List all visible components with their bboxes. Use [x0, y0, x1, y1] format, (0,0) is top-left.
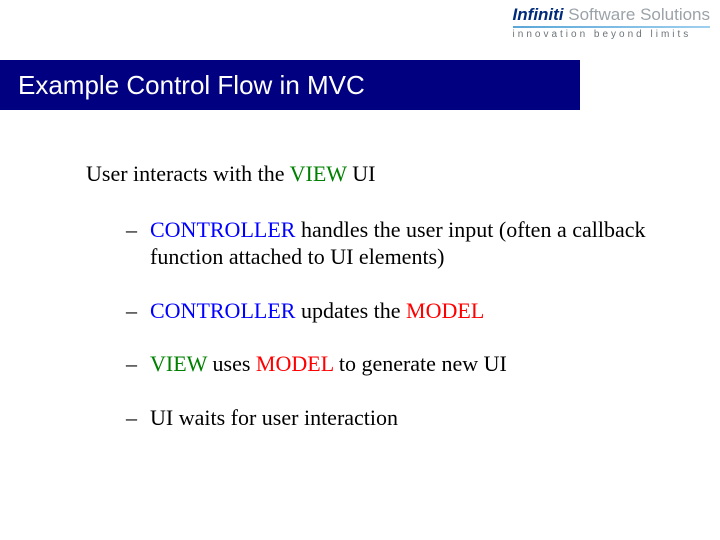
list-item: CONTROLLER updates the MODEL	[126, 297, 660, 325]
logo-rest: Software Solutions	[564, 5, 710, 24]
body-content: User interacts with the VIEW UI CONTROLL…	[86, 160, 660, 457]
bullet-text: UI waits for user interaction	[150, 405, 398, 430]
company-logo: Infiniti Software Solutions innovation b…	[513, 6, 710, 40]
logo-divider	[513, 26, 710, 28]
list-item: CONTROLLER handles the user input (often…	[126, 216, 660, 271]
bullet-text: uses	[207, 351, 256, 376]
list-item: UI waits for user interaction	[126, 404, 660, 432]
page-title: Example Control Flow in MVC	[18, 70, 365, 101]
lead-suffix: UI	[347, 161, 376, 186]
lead-line: User interacts with the VIEW UI	[86, 160, 660, 188]
controller-word: CONTROLLER	[150, 217, 295, 242]
slide: Infiniti Software Solutions innovation b…	[0, 0, 720, 540]
lead-view: VIEW	[290, 161, 347, 186]
logo-brand: Infiniti	[513, 5, 564, 24]
model-word: MODEL	[406, 298, 484, 323]
view-word: VIEW	[150, 351, 207, 376]
controller-word: CONTROLLER	[150, 298, 295, 323]
model-word: MODEL	[256, 351, 333, 376]
logo-title: Infiniti Software Solutions	[513, 6, 710, 23]
bullet-text: updates the	[295, 298, 406, 323]
logo-tagline: innovation beyond limits	[513, 30, 710, 40]
bullet-list: CONTROLLER handles the user input (often…	[126, 216, 660, 432]
bullet-text: to generate new UI	[333, 351, 506, 376]
list-item: VIEW uses MODEL to generate new UI	[126, 350, 660, 378]
lead-prefix: User interacts with the	[86, 161, 290, 186]
title-bar: Example Control Flow in MVC	[0, 60, 580, 110]
